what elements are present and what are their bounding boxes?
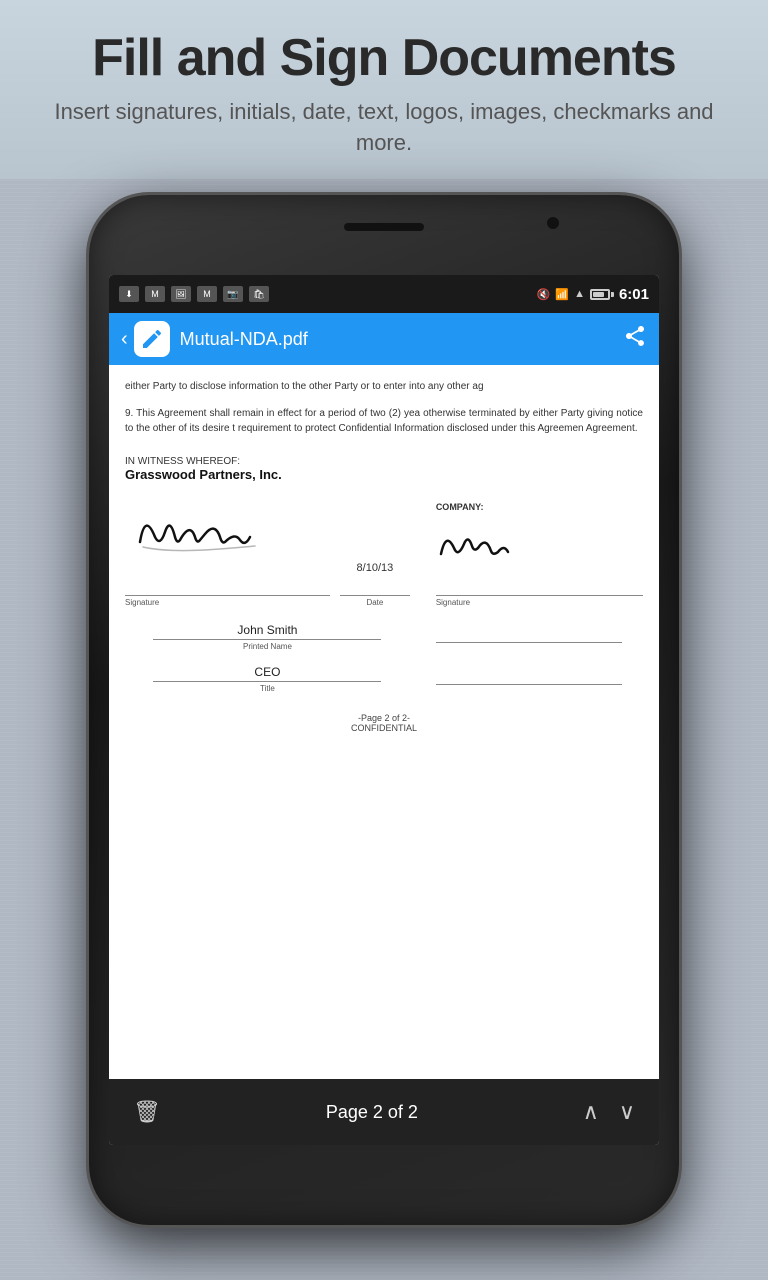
sig-right-underline	[436, 576, 643, 596]
notification-icon-gmail2: M	[197, 286, 217, 302]
status-icons-right: 🔇 📶 ▲ 6:01	[537, 286, 649, 303]
trash-icon[interactable]: 🗑	[133, 1099, 161, 1125]
app-toolbar: ‹ Mutual-NDA.pdf	[109, 313, 659, 365]
title-section: CEO Title	[125, 665, 643, 693]
doc-paragraph-2: 9. This Agreement shall remain in effect…	[125, 406, 643, 436]
nav-down-icon[interactable]: ∨	[619, 1099, 635, 1125]
back-icon[interactable]: ‹	[121, 328, 128, 351]
status-time: 6:01	[619, 286, 649, 303]
printed-left: John Smith Printed Name	[125, 623, 410, 651]
page-footer-line2: CONFIDENTIAL	[125, 723, 643, 733]
share-icon[interactable]	[623, 324, 647, 354]
app-icon	[134, 321, 170, 357]
phone-speaker	[344, 223, 424, 231]
date-label: Date	[340, 598, 410, 607]
printed-right-line	[436, 623, 622, 643]
mute-icon: 🔇	[537, 288, 551, 301]
witness-label: IN WITNESS WHEREOF:	[125, 456, 643, 467]
sig-field-date: 8/10/13 Date	[340, 562, 410, 607]
title-left: CEO Title	[125, 665, 410, 693]
notification-icon-img: 🖼	[171, 286, 191, 302]
sig-right-label: Signature	[436, 598, 643, 607]
toolbar-filename: Mutual-NDA.pdf	[180, 329, 623, 350]
signal-icon: ▲	[574, 288, 585, 300]
date-underline	[340, 576, 410, 596]
phone-screen: ⬇ M 🖼 M 📷 🛍 🔇 📶 ▲ 6:01 ‹	[109, 275, 659, 1145]
date-value: 8/10/13	[340, 562, 410, 576]
title-right	[436, 665, 643, 693]
notification-icon-gmail: M	[145, 286, 165, 302]
signature-section: Signature 8/10/13 Date COMPANY:	[125, 502, 643, 607]
notification-icon-cam: 📷	[223, 286, 243, 302]
printed-name-value: John Smith	[153, 623, 381, 640]
printed-name-label: Printed Name	[125, 642, 410, 651]
sig-field-signature: Signature	[125, 576, 330, 607]
sig-right: COMPANY: Signature	[436, 502, 643, 607]
page-subtitle: Insert signatures, initials, date, text,…	[40, 97, 728, 159]
phone-camera	[547, 217, 559, 229]
status-icons-left: ⬇ M 🖼 M 📷 🛍	[119, 286, 269, 302]
printed-right	[436, 623, 643, 651]
page-footer: -Page 2 of 2- CONFIDENTIAL	[125, 713, 643, 743]
bottom-nav: 🗑 Page 2 of 2 ∧ ∨	[109, 1079, 659, 1145]
company-name: Grasswood Partners, Inc.	[125, 467, 643, 482]
title-value: CEO	[153, 665, 381, 682]
signature-right-svg	[436, 516, 536, 571]
pen-svg-icon	[140, 327, 164, 351]
battery-icon	[590, 289, 614, 300]
title-label: Title	[125, 684, 410, 693]
doc-paragraph-1: either Party to disclose information to …	[125, 379, 643, 394]
signature-label: Signature	[125, 598, 330, 607]
doc-text-2: 9. This Agreement shall remain in effect…	[125, 406, 643, 436]
page-title: Fill and Sign Documents	[40, 30, 728, 87]
signature-underline	[125, 576, 330, 596]
signature-left-svg	[125, 502, 285, 557]
witness-header: IN WITNESS WHEREOF: Grasswood Partners, …	[125, 456, 643, 482]
notification-icon-1: ⬇	[119, 286, 139, 302]
nav-up-icon[interactable]: ∧	[583, 1099, 599, 1125]
page-footer-line1: -Page 2 of 2-	[125, 713, 643, 723]
notification-icon-bag: 🛍	[249, 286, 269, 302]
wifi-icon: 📶	[555, 288, 569, 301]
status-bar: ⬇ M 🖼 M 📷 🛍 🔇 📶 ▲ 6:01	[109, 275, 659, 313]
phone-device: ⬇ M 🖼 M 📷 🛍 🔇 📶 ▲ 6:01 ‹	[89, 195, 679, 1225]
sig-left: Signature 8/10/13 Date	[125, 502, 410, 607]
title-right-line	[436, 665, 622, 685]
printed-section: John Smith Printed Name	[125, 623, 643, 651]
document-area[interactable]: either Party to disclose information to …	[109, 365, 659, 1079]
doc-text-1: either Party to disclose information to …	[125, 379, 643, 394]
sig-line-row: Signature 8/10/13 Date	[125, 562, 410, 607]
page-info: Page 2 of 2	[326, 1102, 418, 1123]
company-label: COMPANY:	[436, 502, 643, 512]
nav-arrows: ∧ ∨	[583, 1099, 635, 1125]
